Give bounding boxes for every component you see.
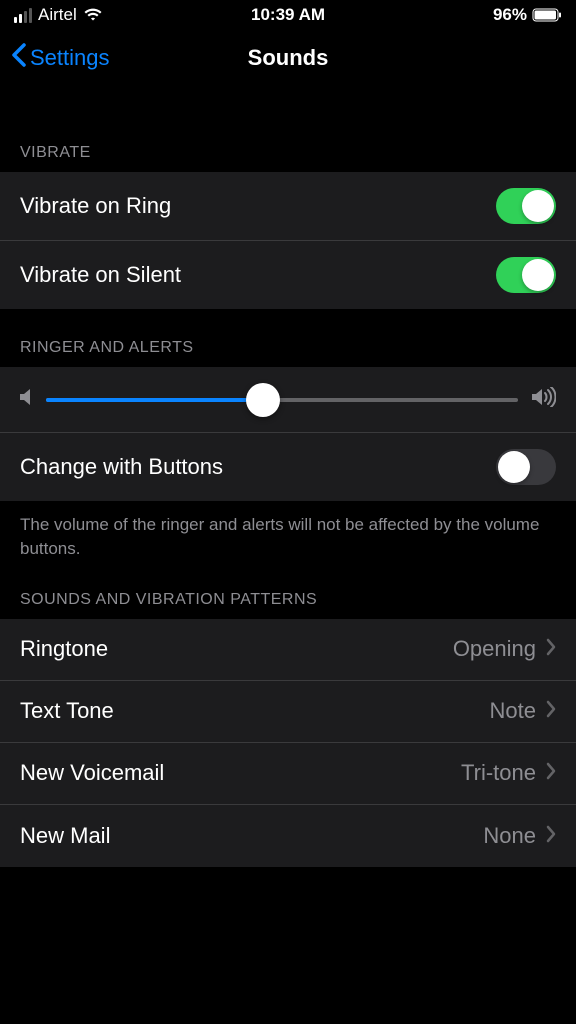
cell-new-voicemail[interactable]: New Voicemail Tri-tone [0, 743, 576, 805]
section-header-ringer: RINGER AND ALERTS [0, 309, 576, 367]
status-time: 10:39 AM [251, 5, 325, 25]
section-header-sounds: SOUNDS AND VIBRATION PATTERNS [0, 573, 576, 619]
chevron-right-icon [546, 698, 556, 724]
status-left: Airtel [14, 5, 103, 25]
cell-label: Vibrate on Ring [20, 193, 171, 219]
cell-value: Note [490, 698, 536, 724]
cell-new-mail[interactable]: New Mail None [0, 805, 576, 867]
status-right: 96% [493, 5, 562, 25]
status-bar: Airtel 10:39 AM 96% [0, 0, 576, 30]
cell-vibrate-on-silent[interactable]: Vibrate on Silent [0, 241, 576, 309]
chevron-right-icon [546, 636, 556, 662]
toggle-change-buttons[interactable] [496, 449, 556, 485]
cell-ringtone[interactable]: Ringtone Opening [0, 619, 576, 681]
volume-slider-cell [0, 367, 576, 433]
volume-slider[interactable] [46, 398, 518, 402]
cell-label: Text Tone [20, 698, 114, 724]
wifi-icon [83, 8, 103, 23]
speaker-high-icon [532, 387, 556, 412]
chevron-right-icon [546, 760, 556, 786]
chevron-left-icon [10, 43, 26, 73]
speaker-low-icon [20, 388, 32, 411]
back-label: Settings [30, 45, 110, 71]
carrier-label: Airtel [38, 5, 77, 25]
cell-label: Vibrate on Silent [20, 262, 181, 288]
back-button[interactable]: Settings [10, 43, 110, 73]
slider-thumb[interactable] [246, 383, 280, 417]
cell-value: Tri-tone [461, 760, 536, 786]
cell-change-with-buttons[interactable]: Change with Buttons [0, 433, 576, 501]
content: VIBRATE Vibrate on Ring Vibrate on Silen… [0, 86, 576, 867]
cell-label: Change with Buttons [20, 454, 223, 480]
battery-percent: 96% [493, 5, 527, 25]
section-footer: The volume of the ringer and alerts will… [0, 501, 576, 573]
page-title: Sounds [248, 45, 329, 71]
signal-icon [14, 8, 32, 23]
cell-label: New Voicemail [20, 760, 164, 786]
cell-value: None [483, 823, 536, 849]
toggle-vibrate-silent[interactable] [496, 257, 556, 293]
cell-label: New Mail [20, 823, 110, 849]
cell-label: Ringtone [20, 636, 108, 662]
cell-text-tone[interactable]: Text Tone Note [0, 681, 576, 743]
section-header-vibrate: VIBRATE [0, 86, 576, 172]
nav-bar: Settings Sounds [0, 30, 576, 86]
cell-vibrate-on-ring[interactable]: Vibrate on Ring [0, 172, 576, 241]
chevron-right-icon [546, 823, 556, 849]
toggle-vibrate-ring[interactable] [496, 188, 556, 224]
cell-value: Opening [453, 636, 536, 662]
battery-icon [532, 8, 562, 22]
